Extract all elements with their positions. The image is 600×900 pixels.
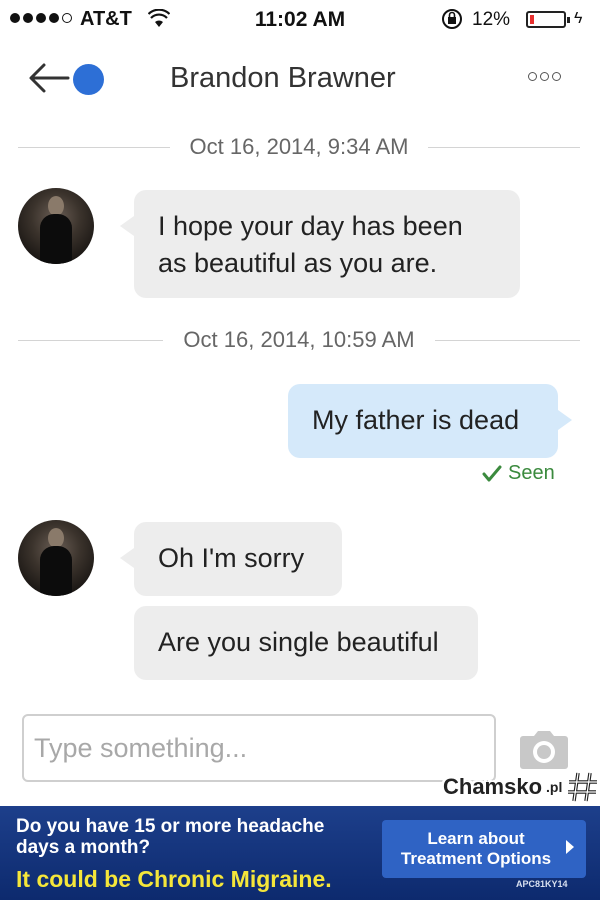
ad-cta-label: Learn about Treatment Options (400, 829, 552, 868)
battery-percent: 12% (472, 9, 511, 30)
chevron-right-icon (566, 840, 574, 854)
chat-header: Brandon Brawner (0, 40, 600, 118)
status-bar: AT&T 11:02 AM 12% ϟ (0, 0, 600, 40)
contact-name[interactable]: Brandon Brawner (170, 62, 396, 95)
incoming-message: I hope your day has been as beautiful as… (120, 190, 520, 298)
timestamp-text: Oct 16, 2014, 9:34 AM (189, 134, 409, 159)
camera-icon[interactable] (518, 730, 570, 775)
presence-indicator (73, 64, 104, 95)
checkmark-icon (482, 465, 502, 481)
message-input[interactable] (22, 714, 496, 782)
ad-code: APC81KY14 (516, 879, 568, 889)
ad-cta-button[interactable]: Learn about Treatment Options (382, 820, 586, 878)
battery-level-fill (530, 15, 534, 24)
more-options-icon[interactable] (528, 72, 561, 81)
hash-logo-icon (568, 772, 598, 802)
timestamp-divider: Oct 16, 2014, 10:59 AM (18, 327, 580, 353)
avatar[interactable] (18, 188, 94, 264)
incoming-message: Are you single beautiful (134, 606, 478, 680)
seen-indicator: Seen (482, 462, 555, 485)
watermark-suffix: .pl (546, 779, 563, 795)
timestamp-divider: Oct 16, 2014, 9:34 AM (18, 134, 581, 160)
incoming-message: Oh I'm sorry (120, 522, 342, 596)
back-arrow-icon[interactable] (28, 60, 70, 101)
avatar[interactable] (18, 520, 94, 596)
rotation-lock-icon (440, 8, 464, 35)
ad-highlight: It could be Chronic Migraine. (16, 866, 332, 892)
battery-icon (526, 11, 570, 28)
outgoing-message: My father is dead (288, 384, 572, 458)
ad-banner[interactable]: Do you have 15 or more headache days a m… (0, 806, 600, 900)
seen-label: Seen (508, 462, 555, 484)
charging-icon: ϟ (574, 10, 583, 27)
ad-question: Do you have 15 or more headache days a m… (16, 816, 325, 858)
watermark: Chamsko .pl (443, 770, 600, 804)
timestamp-text: Oct 16, 2014, 10:59 AM (183, 327, 415, 352)
watermark-text: Chamsko (443, 774, 543, 799)
